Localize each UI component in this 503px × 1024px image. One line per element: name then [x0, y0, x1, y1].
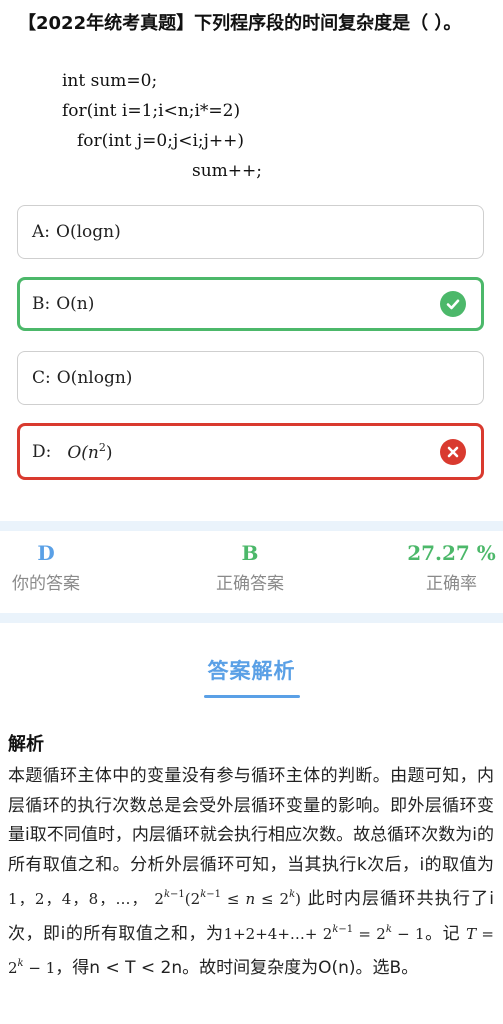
option-text-exponent: 2: [98, 440, 106, 454]
analysis-body: 本题循环主体中的变量没有参与循环主体的判断。由题可知，内层循环的执行次数总是会受…: [8, 762, 494, 984]
correct-answer-stat: B 正确答案: [200, 538, 300, 600]
analysis-heading-underline: [203, 695, 300, 698]
option-text: O(nlogn): [56, 368, 133, 388]
answer-stats: D 你的答案 B 正确答案 27.27 % 正确率: [0, 538, 503, 608]
analysis-text: 。记: [424, 923, 461, 944]
option-text-base: O(n: [67, 442, 99, 463]
code-line: int sum=0;: [62, 71, 158, 91]
analysis-label: 解析: [8, 734, 44, 755]
option-prefix: C:: [32, 368, 51, 388]
option-text-end: ): [105, 442, 113, 463]
accuracy-stat: 27.27 % 正确率: [400, 538, 503, 600]
your-answer-label: 你的答案: [12, 574, 80, 594]
divider-band: [0, 521, 503, 531]
correct-answer-label: 正确答案: [216, 574, 284, 594]
analysis-math: 1+2+4+…+ 2k−1 = 2k − 1: [223, 923, 425, 943]
code-line: for(int i=1;i<n;i*=2): [62, 101, 241, 121]
your-answer-stat: D 你的答案: [0, 538, 92, 600]
code-line: sum++;: [192, 161, 263, 181]
analysis-math: 2k−1(2k−1 ≤ n ≤ 2k): [154, 889, 302, 908]
x-circle-icon: [440, 438, 466, 465]
option-d[interactable]: D: O(n2): [17, 423, 484, 480]
analysis-heading: 答案解析: [0, 655, 503, 698]
accuracy-label: 正确率: [426, 574, 477, 594]
analysis-text: ，得n < T < 2n。故时间复杂度为O(n)。选B。: [55, 958, 419, 978]
analysis-sum-seq: 1+2+4+…+: [223, 924, 318, 943]
analysis-text: 本题循环主体中的变量没有参与循环主体的判断。由题可知，内层循环的执行次数总是会受…: [8, 766, 494, 875]
option-b[interactable]: B: O(n): [17, 277, 484, 331]
option-prefix: B:: [32, 294, 51, 314]
option-prefix: A:: [32, 222, 51, 242]
divider-band: [0, 613, 503, 623]
your-answer-value: D: [37, 541, 55, 565]
correct-answer-value: B: [241, 541, 259, 565]
check-circle-icon: [440, 291, 466, 317]
code-line: for(int j=0;j<i;j++): [77, 131, 245, 151]
option-text: O(n2): [67, 441, 112, 463]
analysis-math: 1，2，4，8，…，: [8, 890, 148, 908]
option-c[interactable]: C: O(nlogn): [17, 351, 484, 405]
option-a[interactable]: A: O(logn): [17, 205, 484, 259]
option-text: O(n): [56, 294, 95, 314]
analysis-heading-text: 答案解析: [207, 659, 296, 683]
option-prefix: D:: [32, 441, 52, 462]
option-text: O(logn): [56, 222, 121, 242]
question-title: 【2022年统考真题】下列程序段的时间复杂度是（ ）。: [18, 13, 462, 34]
accuracy-value: 27.27 %: [407, 541, 496, 565]
